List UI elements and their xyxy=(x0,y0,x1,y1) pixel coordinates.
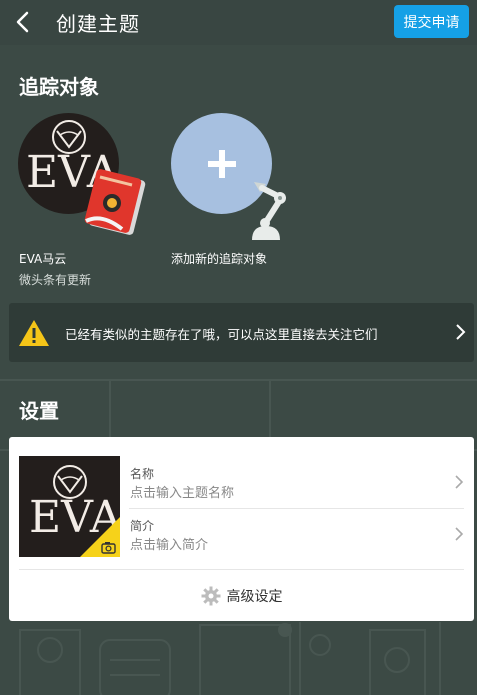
back-arrow-icon[interactable] xyxy=(10,9,36,35)
settings-card: EVA 名称 点击输入主题名称 简介 点击输入简介 高级设定 xyxy=(9,437,474,621)
robot-arm-icon xyxy=(252,182,286,240)
advanced-settings-label: 高级设定 xyxy=(226,588,283,605)
warning-icon xyxy=(19,320,49,346)
top-bar: 创建主题 提交申请 xyxy=(0,0,477,45)
camera-icon xyxy=(80,517,120,557)
name-input[interactable]: 点击输入主题名称 xyxy=(130,482,234,501)
tracked-section-title: 追踪对象 xyxy=(19,75,99,99)
divider xyxy=(129,508,464,509)
notice-text: 已经有类似的主题存在了哦，可以点这里直接去关注它们 xyxy=(65,327,378,342)
chevron-right-icon xyxy=(455,475,464,489)
settings-section-title: 设置 xyxy=(19,399,59,423)
page-title: 创建主题 xyxy=(56,12,140,36)
topic-avatar-picker[interactable]: EVA xyxy=(19,456,120,557)
tracked-item-eva[interactable]: EVA xyxy=(18,113,148,243)
tracked-item-subtitle: 微头条有更新 xyxy=(19,273,92,287)
similar-topic-notice[interactable]: 已经有类似的主题存在了哦，可以点这里直接去关注它们 xyxy=(9,303,474,362)
tracked-item-name: EVA马云 xyxy=(19,252,67,266)
intro-field-label: 简介 xyxy=(130,519,155,533)
chevron-right-icon xyxy=(455,527,464,541)
headline-book-icon xyxy=(84,169,146,235)
name-field-label: 名称 xyxy=(130,467,155,481)
intro-input[interactable]: 点击输入简介 xyxy=(130,534,208,553)
submit-application-button[interactable]: 提交申请 xyxy=(394,5,469,38)
plus-icon xyxy=(207,149,236,178)
chevron-right-icon xyxy=(456,324,466,340)
advanced-settings-button[interactable]: 高级设定 xyxy=(9,570,474,621)
gear-icon xyxy=(201,586,220,605)
add-tracked-object-label[interactable]: 添加新的追踪对象 xyxy=(171,250,267,267)
